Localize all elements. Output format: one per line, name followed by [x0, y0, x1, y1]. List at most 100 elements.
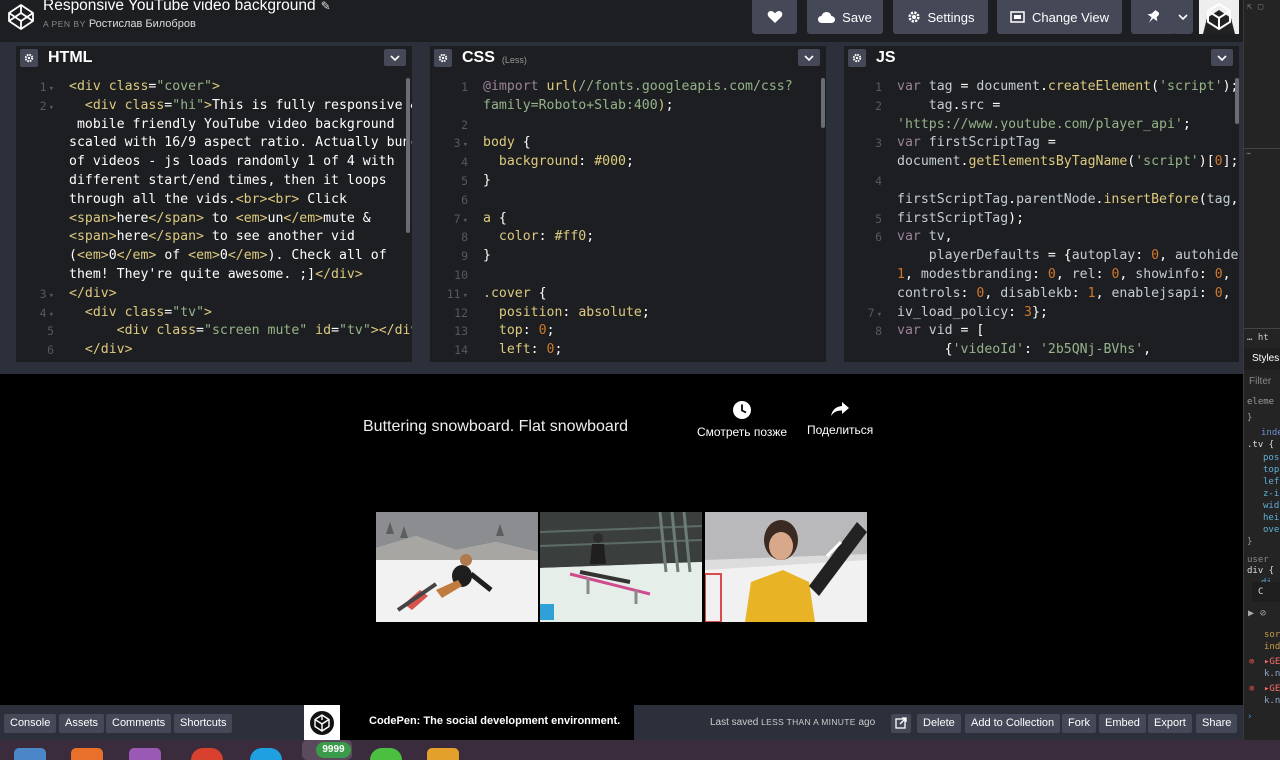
- html-code-area[interactable]: 1 ▾ <div class="cover"> 2 ▾ <div class="hi">…: [16, 78, 412, 362]
- html-code-line[interactable]: 6 </div>: [16, 341, 412, 360]
- css-code-line[interactable]: 8 color: #ff0;: [430, 228, 826, 247]
- editor-app-icon[interactable]: [129, 748, 161, 760]
- js-code-line[interactable]: 1, modestbranding: 0, rel: 0, showinfo: …: [844, 266, 1239, 285]
- add-to-collection-button[interactable]: Add to Collection: [965, 714, 1061, 733]
- js-code-line[interactable]: playerDefaults = {autoplay: 0, autohide:: [844, 247, 1239, 266]
- file-manager-icon[interactable]: [14, 748, 46, 760]
- devtools-filter-input[interactable]: Filter: [1244, 372, 1280, 392]
- devtools-console-tab[interactable]: C: [1252, 582, 1280, 602]
- terminal-app-icon[interactable]: [427, 748, 459, 760]
- heart-button[interactable]: [752, 0, 797, 34]
- html-collapse-chevron-down-icon[interactable]: [384, 49, 406, 66]
- pen-title[interactable]: Responsive YouTube video background ✎: [43, 0, 331, 15]
- devtools-panel[interactable]: ⇱ ▢ ⋯ … ht Styles Filter eleme} inde .tv {…: [1243, 0, 1280, 740]
- css-code-line[interactable]: 3 ▾ body {: [430, 134, 826, 153]
- html-code-line[interactable]: <span>here</span> to see another vid: [16, 228, 412, 247]
- devtools-toolbar-icons[interactable]: ⇱ ▢: [1247, 2, 1263, 12]
- settings-button[interactable]: Settings: [893, 0, 988, 34]
- video-title[interactable]: Buttering snowboard. Flat snowboard: [363, 418, 628, 436]
- html-code-line[interactable]: different start/end times, then it loops: [16, 172, 412, 191]
- css-code-line[interactable]: 9}: [430, 247, 826, 266]
- js-code-area[interactable]: 1 var tag = document.createElement('scrip…: [844, 78, 1239, 362]
- fork-button[interactable]: Fork: [1062, 714, 1096, 733]
- css-code-line[interactable]: 10: [430, 266, 826, 285]
- delete-button[interactable]: Delete: [917, 714, 961, 733]
- store-icon[interactable]: [71, 748, 103, 760]
- html-settings-gear-icon[interactable]: [20, 49, 38, 67]
- assets-button[interactable]: Assets: [59, 714, 105, 733]
- js-code-line[interactable]: document.getElementsByTagName('script')[…: [844, 153, 1239, 172]
- messenger-icon[interactable]: [250, 748, 282, 760]
- js-code-line[interactable]: firstScriptTag.parentNode.insertBefore(t…: [844, 191, 1239, 210]
- css-code-line[interactable]: 14 left: 0;: [430, 341, 826, 360]
- js-code-line[interactable]: 6 var tv,: [844, 228, 1239, 247]
- js-code-line[interactable]: 3 var firstScriptTag =: [844, 134, 1239, 153]
- browser-icon[interactable]: [191, 748, 223, 760]
- codepen-promo[interactable]: CodePen: The social development environm…: [304, 705, 634, 740]
- js-code-line[interactable]: 2 tag.src =: [844, 97, 1239, 116]
- chat-app-icon[interactable]: [370, 748, 402, 760]
- html-code-line[interactable]: them! They're quite awesome. ;]</div>: [16, 266, 412, 285]
- css-code-area[interactable]: 1 @import url(//fonts.googleapis.com/css?…: [430, 78, 826, 362]
- comments-button[interactable]: Comments: [106, 714, 172, 733]
- css-code-line[interactable]: 5}: [430, 172, 826, 191]
- js-scrollbar[interactable]: [1235, 78, 1239, 124]
- js-code-line[interactable]: 5 firstScriptTag);: [844, 210, 1239, 229]
- devtools-console-prompt[interactable]: ›: [1247, 712, 1252, 722]
- devtools-resize-handle[interactable]: ⋯: [1244, 148, 1280, 160]
- pencil-icon[interactable]: ✎: [321, 0, 331, 13]
- console-button[interactable]: Console: [4, 714, 57, 733]
- share-video-button[interactable]: Поделиться: [807, 400, 873, 437]
- devtools-console-toolbar[interactable]: ▶ ⊘: [1244, 608, 1280, 624]
- js-code-line[interactable]: 1 var tag = document.createElement('scrip…: [844, 78, 1239, 97]
- js-editor[interactable]: JS 1 var tag = document.createElement('sc…: [844, 46, 1239, 362]
- js-settings-gear-icon[interactable]: [848, 49, 866, 67]
- video-thumbnail[interactable]: [540, 512, 702, 622]
- css-scrollbar[interactable]: [821, 78, 825, 128]
- css-code-line[interactable]: 1 @import url(//fonts.googleapis.com/css?: [430, 78, 826, 97]
- html-code-line[interactable]: 4 ▾ <div class="tv">: [16, 304, 412, 323]
- external-link-button[interactable]: [891, 714, 911, 733]
- css-settings-gear-icon[interactable]: [434, 49, 452, 67]
- author-name[interactable]: Ростислав Билобров: [89, 18, 196, 30]
- shortcuts-button[interactable]: Shortcuts: [174, 714, 233, 733]
- share-button[interactable]: Share: [1196, 714, 1238, 733]
- css-code-line[interactable]: 11 ▾ .cover {: [430, 285, 826, 304]
- html-code-line[interactable]: through all the vids.<br><br> Click: [16, 191, 412, 210]
- html-code-line[interactable]: 5 <div class="screen mute" id="tv"></div…: [16, 322, 412, 341]
- pin-button[interactable]: [1131, 0, 1175, 34]
- js-code-line[interactable]: 'https://www.youtube.com/player_api';: [844, 116, 1239, 135]
- css-code-line[interactable]: 6: [430, 191, 826, 210]
- css-editor[interactable]: CSS (Less) 1 @import url(//fonts.googleap…: [430, 46, 826, 362]
- video-thumbnail[interactable]: [376, 512, 538, 622]
- save-button[interactable]: Save: [807, 0, 883, 34]
- watch-later-button[interactable]: Смотреть позже: [697, 400, 787, 439]
- css-code-line[interactable]: 7 ▾ a {: [430, 210, 826, 229]
- video-thumbnail[interactable]: [705, 512, 867, 622]
- devtools-breadcrumb[interactable]: … ht: [1244, 328, 1280, 348]
- html-code-line[interactable]: mobile friendly YouTube video background: [16, 116, 412, 135]
- html-code-line[interactable]: <span>here</span> to <em>un</em>mute &: [16, 210, 412, 229]
- html-code-line[interactable]: scaled with 16/9 aspect ratio. Actually …: [16, 134, 412, 153]
- css-code-line[interactable]: 2: [430, 116, 826, 135]
- html-code-line[interactable]: 3 ▾ </div>: [16, 285, 412, 304]
- js-collapse-chevron-down-icon[interactable]: [1211, 49, 1233, 66]
- js-code-line[interactable]: {'videoId': '2b5QNj-BVhs',: [844, 341, 1239, 360]
- codepen-logo-icon[interactable]: [6, 2, 36, 32]
- js-code-line[interactable]: 4: [844, 172, 1239, 191]
- html-code-line[interactable]: (<em>0</em> of <em>0</em>). Check all of: [16, 247, 412, 266]
- css-code-line[interactable]: 13 top: 0;: [430, 322, 826, 341]
- user-avatar[interactable]: [1199, 0, 1239, 34]
- js-code-line[interactable]: 7 ▾ iv_load_policy: 3};: [844, 304, 1239, 323]
- css-code-line[interactable]: 12 position: absolute;: [430, 304, 826, 323]
- change-view-button[interactable]: Change View: [997, 0, 1122, 34]
- html-code-line[interactable]: 1 ▾ <div class="cover">: [16, 78, 412, 97]
- js-code-line[interactable]: controls: 0, disablekb: 1, enablejsapi: …: [844, 285, 1239, 304]
- embed-button[interactable]: Embed: [1099, 714, 1146, 733]
- css-code-line[interactable]: 4 background: #000;: [430, 153, 826, 172]
- account-menu-toggle[interactable]: [1173, 0, 1193, 34]
- html-scrollbar[interactable]: [406, 78, 410, 233]
- html-editor[interactable]: HTML 1 ▾ <div class="cover"> 2 ▾ <div class=…: [16, 46, 412, 362]
- html-code-line[interactable]: of videos - js loads randomly 1 of 4 wit…: [16, 153, 412, 172]
- js-code-line[interactable]: 8 var vid = [: [844, 322, 1239, 341]
